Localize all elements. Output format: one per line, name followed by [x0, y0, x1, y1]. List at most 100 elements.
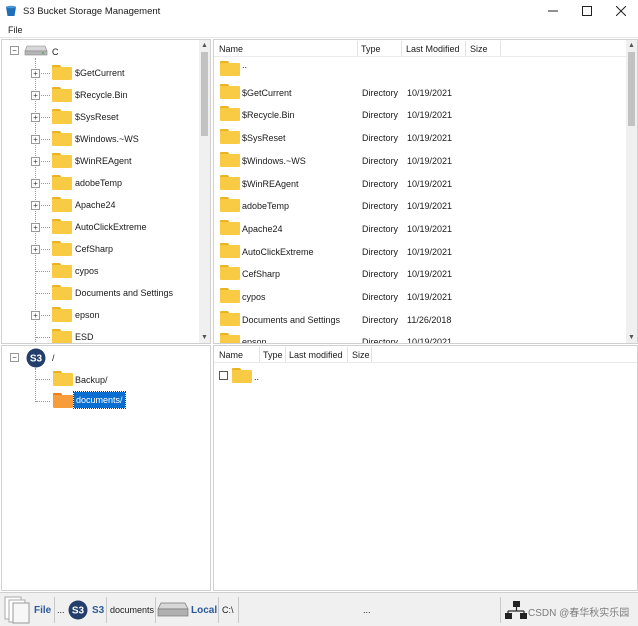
- scroll-down-icon[interactable]: ▼: [199, 332, 210, 343]
- tree-item-label[interactable]: adobeTemp: [75, 178, 122, 188]
- column-name[interactable]: Name: [219, 44, 243, 54]
- tree-item-label[interactable]: $Recycle.Bin: [75, 90, 128, 100]
- s3-tree-item-selected[interactable]: documents/: [73, 391, 126, 409]
- table-row[interactable]: $Recycle.Bin Directory 10/19/2021: [214, 103, 637, 125]
- column-name[interactable]: Name: [219, 350, 243, 360]
- table-row[interactable]: Documents and Settings Directory 11/26/201…: [214, 308, 637, 330]
- table-row[interactable]: epson Directory 10/19/2021: [214, 330, 637, 343]
- column-last-modified[interactable]: Last modified: [289, 350, 343, 360]
- local-list-scrollbar[interactable]: ▲ ▼: [626, 40, 637, 343]
- folder-icon: [52, 153, 72, 168]
- tree-item-label[interactable]: CefSharp: [75, 244, 113, 254]
- column-last-modified[interactable]: Last Modified: [406, 44, 460, 54]
- tree-item-label[interactable]: AutoClickExtreme: [75, 222, 147, 232]
- folder-icon: [220, 333, 240, 343]
- s3-bucket-tree[interactable]: − S3 / Backup/ documents/: [1, 345, 211, 591]
- table-row[interactable]: $SysReset Directory 10/19/2021: [214, 126, 637, 148]
- table-row[interactable]: $GetCurrent Directory 10/19/2021: [214, 81, 637, 103]
- minimize-icon: [548, 10, 558, 12]
- folder-icon: [220, 129, 240, 145]
- close-button[interactable]: [604, 0, 638, 22]
- s3-root[interactable]: /: [52, 353, 55, 363]
- tree-expander[interactable]: +: [31, 113, 40, 122]
- column-type[interactable]: Type: [361, 44, 381, 54]
- tree-item-label[interactable]: $GetCurrent: [75, 68, 125, 78]
- row-modified: 10/19/2021: [407, 110, 453, 121]
- row-type: Directory: [362, 110, 399, 121]
- tree-item-label[interactable]: cypos: [75, 266, 99, 276]
- column-size[interactable]: Size: [352, 350, 370, 360]
- table-row[interactable]: ..: [214, 58, 637, 80]
- table-row[interactable]: AutoClickExtreme Directory 10/19/2021: [214, 240, 637, 262]
- tree-expander[interactable]: +: [31, 157, 40, 166]
- tree-expander[interactable]: +: [31, 311, 40, 320]
- row-modified: 10/19/2021: [407, 133, 453, 144]
- row-name: $SysReset: [242, 133, 286, 144]
- tree-expander[interactable]: −: [10, 46, 19, 55]
- tree-item-label[interactable]: $SysReset: [75, 112, 119, 122]
- status-local-label[interactable]: Local: [191, 605, 217, 616]
- scroll-up-icon[interactable]: ▲: [626, 40, 637, 51]
- row-modified: 10/19/2021: [407, 246, 453, 257]
- table-row[interactable]: adobeTemp Directory 10/19/2021: [214, 194, 637, 216]
- row-type: Directory: [362, 201, 399, 212]
- local-file-list[interactable]: Name Type Last Modified Size .. $GetCurre…: [213, 39, 638, 344]
- table-row[interactable]: $WinREAgent Directory 10/19/2021: [214, 172, 637, 194]
- tree-item-label[interactable]: Documents and Settings: [75, 288, 173, 298]
- folder-icon: [52, 197, 72, 212]
- row-modified: 10/19/2021: [407, 269, 453, 280]
- title-bar: S3 Bucket Storage Management: [0, 0, 638, 22]
- column-size[interactable]: Size: [470, 44, 488, 54]
- status-file-label[interactable]: File: [34, 605, 51, 616]
- row-name: $WinREAgent: [242, 178, 299, 189]
- scroll-down-icon[interactable]: ▼: [626, 332, 637, 343]
- tree-expander[interactable]: +: [31, 135, 40, 144]
- local-tree-scrollbar[interactable]: ▲ ▼: [199, 40, 210, 343]
- folder-icon: [52, 131, 72, 146]
- row-name: adobeTemp: [242, 201, 290, 212]
- tree-expander[interactable]: +: [31, 245, 40, 254]
- row-type: Directory: [362, 246, 399, 257]
- tree-item-label[interactable]: $Windows.~WS: [75, 134, 139, 144]
- status-bar: File ... S3 S3 documents Local C:\ ... C…: [0, 592, 638, 626]
- tree-item-label[interactable]: $WinREAgent: [75, 156, 132, 166]
- status-s3-label[interactable]: S3: [92, 605, 104, 616]
- local-folder-tree[interactable]: − C + $GetCurrent + $Recycle.Bin + $SysReset +…: [1, 39, 211, 344]
- tree-item-label[interactable]: epson: [75, 310, 100, 320]
- folder-icon: [52, 285, 72, 300]
- scrollbar-thumb[interactable]: [201, 52, 208, 136]
- network-icon: [505, 601, 527, 619]
- status-s3-path: documents: [110, 605, 155, 615]
- local-drive-icon: [157, 602, 189, 617]
- tree-expander[interactable]: +: [31, 201, 40, 210]
- table-row[interactable]: cypos Directory 10/19/2021: [214, 285, 637, 307]
- minimize-button[interactable]: [536, 0, 570, 22]
- table-row[interactable]: Apache24 Directory 10/19/2021: [214, 217, 637, 239]
- scrollbar-thumb[interactable]: [628, 52, 635, 126]
- list-item[interactable]: ..: [214, 365, 637, 387]
- s3-bucket-icon: S3: [26, 348, 46, 368]
- table-row[interactable]: CefSharp Directory 10/19/2021: [214, 262, 637, 284]
- row-name: AutoClickExtreme: [242, 246, 314, 257]
- table-row[interactable]: $Windows.~WS Directory 10/19/2021: [214, 149, 637, 171]
- scroll-up-icon[interactable]: ▲: [199, 40, 210, 51]
- menu-file[interactable]: File: [0, 25, 31, 35]
- folder-icon: [220, 219, 240, 235]
- row-type: Directory: [362, 87, 399, 98]
- tree-expander[interactable]: +: [31, 223, 40, 232]
- tree-expander[interactable]: −: [10, 353, 19, 362]
- maximize-button[interactable]: [570, 0, 604, 22]
- tree-expander[interactable]: +: [31, 69, 40, 78]
- tree-root-drive[interactable]: C: [52, 47, 59, 57]
- bucket-app-icon: [6, 5, 16, 16]
- tree-expander[interactable]: +: [31, 91, 40, 100]
- row-checkbox[interactable]: [219, 371, 228, 380]
- row-type: Directory: [362, 133, 399, 144]
- s3-object-list[interactable]: Name Type Last modified Size ..: [213, 345, 638, 591]
- s3-tree-item[interactable]: Backup/: [75, 375, 108, 385]
- tree-item-label[interactable]: Apache24: [75, 200, 116, 210]
- folder-icon: [53, 371, 73, 386]
- tree-item-label[interactable]: ESD: [75, 332, 94, 342]
- column-type[interactable]: Type: [263, 350, 283, 360]
- tree-expander[interactable]: +: [31, 179, 40, 188]
